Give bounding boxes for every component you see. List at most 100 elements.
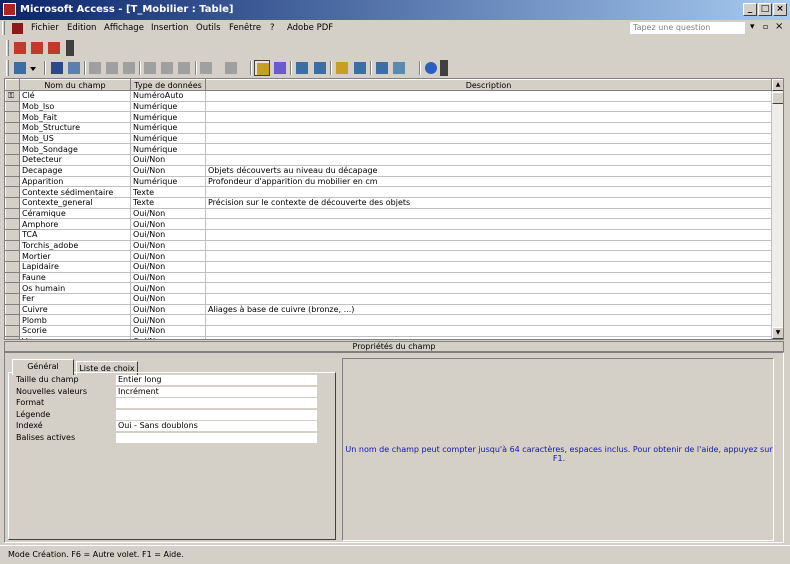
cut-icon[interactable] xyxy=(142,60,158,76)
field-row[interactable]: Fer Oui/Non xyxy=(5,293,772,305)
pdf-review-icon[interactable] xyxy=(46,40,62,56)
description-cell[interactable] xyxy=(205,218,772,230)
data-type-cell[interactable]: Numérique xyxy=(130,175,206,188)
field-name-cell[interactable]: Scorie xyxy=(19,325,131,337)
field-row[interactable]: Céramique Oui/Non xyxy=(5,207,772,220)
insert-rows-icon[interactable] xyxy=(294,60,310,76)
row-selector[interactable] xyxy=(5,218,20,230)
data-type-cell[interactable]: Numérique xyxy=(130,122,206,134)
row-selector[interactable] xyxy=(5,325,20,337)
field-row[interactable]: ⚿ Clé NuméroAuto xyxy=(5,90,772,102)
view-dropdown-icon[interactable] xyxy=(28,60,44,76)
row-selector[interactable] xyxy=(5,303,20,316)
property-value-field[interactable]: Incrément xyxy=(116,386,317,398)
delete-rows-icon[interactable] xyxy=(312,60,328,76)
menu-adobe-pdf[interactable]: Adobe PDF xyxy=(287,23,333,33)
data-type-cell[interactable]: Oui/Non xyxy=(130,271,206,284)
tab-general[interactable]: Général xyxy=(12,359,74,375)
field-name-cell[interactable]: Céramique xyxy=(19,207,131,220)
field-row[interactable]: VerreOui/Non xyxy=(5,335,772,339)
menu-fichier[interactable]: Fichier xyxy=(31,23,59,33)
pdf-convert-icon[interactable] xyxy=(12,40,28,56)
field-row[interactable]: Contexte_general Texte Précision sur le co… xyxy=(5,196,772,209)
row-selector[interactable] xyxy=(5,132,20,145)
field-name-cell[interactable]: Fer xyxy=(19,293,131,305)
field-row[interactable]: Cuivre Oui/Non Aliages à base de cuivre (b… xyxy=(5,303,772,316)
menu-grip[interactable] xyxy=(2,21,5,35)
toolbar-options-icon[interactable] xyxy=(66,40,74,56)
print-preview-icon[interactable] xyxy=(104,60,120,76)
description-cell[interactable] xyxy=(205,132,772,145)
minimize-button[interactable]: _ xyxy=(743,3,757,16)
field-name-cell[interactable]: Detecteur xyxy=(19,154,131,166)
data-type-cell[interactable]: Oui/Non xyxy=(130,164,206,177)
field-row[interactable]: Detecteur Oui/Non xyxy=(5,154,772,166)
data-type-cell[interactable]: Oui/Non xyxy=(130,314,206,327)
close-doc-icon[interactable]: × xyxy=(775,21,783,32)
row-selector[interactable] xyxy=(5,196,20,209)
field-row[interactable]: Plomb Oui/Non xyxy=(5,314,772,327)
pdf-email-icon[interactable] xyxy=(29,40,45,56)
property-value-field[interactable] xyxy=(116,432,317,444)
data-type-cell[interactable]: Numérique xyxy=(130,111,206,124)
field-row[interactable]: Mob_Fait Numérique xyxy=(5,111,772,124)
field-name-cell[interactable]: Mob_Structure xyxy=(19,122,131,134)
field-name-cell[interactable]: Os humain xyxy=(19,282,131,295)
scroll-down-icon[interactable]: ▼ xyxy=(772,327,783,339)
row-selector[interactable] xyxy=(5,175,20,188)
row-selector[interactable] xyxy=(5,122,20,134)
menu-fenetre[interactable]: Fenêtre xyxy=(229,23,261,33)
property-value-field[interactable] xyxy=(116,398,317,409)
data-type-cell[interactable]: Oui/Non xyxy=(130,293,206,305)
row-selector[interactable] xyxy=(5,100,20,113)
field-row[interactable]: TCA Oui/Non xyxy=(5,228,772,241)
row-selector[interactable] xyxy=(5,207,20,220)
field-name-cell[interactable]: Contexte_general xyxy=(19,196,131,209)
redo-icon[interactable] xyxy=(223,60,239,76)
field-name-cell[interactable]: Plomb xyxy=(19,314,131,327)
toolbar-grip[interactable] xyxy=(6,60,9,76)
description-cell[interactable] xyxy=(205,239,772,252)
menu-help[interactable]: ? xyxy=(270,23,275,33)
description-cell[interactable] xyxy=(205,293,772,305)
row-selector[interactable] xyxy=(5,314,20,327)
field-row[interactable]: Mob_US Numérique xyxy=(5,132,772,145)
description-cell[interactable] xyxy=(205,282,772,295)
close-button[interactable]: × xyxy=(773,3,787,16)
header-description[interactable]: Description xyxy=(205,79,772,91)
primary-key-icon[interactable]: ⚿ xyxy=(5,90,20,102)
data-type-cell[interactable]: Oui/Non xyxy=(130,303,206,316)
restore-doc-icon[interactable]: ▫ xyxy=(763,22,768,31)
row-selector[interactable] xyxy=(5,261,20,273)
doc-icon[interactable] xyxy=(12,23,23,34)
field-name-cell[interactable]: Mob_Sondage xyxy=(19,143,131,156)
row-selector[interactable] xyxy=(5,164,20,177)
field-name-cell[interactable]: Clé xyxy=(19,90,131,102)
data-type-cell[interactable]: Oui/Non xyxy=(130,218,206,230)
field-name-cell[interactable]: Lapidaire xyxy=(19,261,131,273)
new-object-icon[interactable] xyxy=(391,60,407,76)
help-icon[interactable] xyxy=(423,60,439,76)
field-row[interactable]: Os humain Oui/Non xyxy=(5,282,772,295)
undo-icon[interactable] xyxy=(198,60,214,76)
description-cell[interactable] xyxy=(205,90,772,102)
field-name-cell[interactable]: Verre xyxy=(19,335,131,339)
description-cell[interactable] xyxy=(205,111,772,124)
data-type-cell[interactable]: Oui/Non xyxy=(130,239,206,252)
vertical-scrollbar[interactable]: ▲ ▼ xyxy=(772,79,783,339)
description-cell[interactable] xyxy=(205,100,772,113)
description-cell[interactable] xyxy=(205,314,772,327)
field-row[interactable]: Scorie Oui/Non xyxy=(5,325,772,337)
header-type-de-donnees[interactable]: Type de données xyxy=(130,79,206,91)
paste-icon[interactable] xyxy=(176,60,192,76)
description-cell[interactable]: Profondeur d'apparition du mobilier en c… xyxy=(205,175,772,188)
property-value-field[interactable]: Oui - Sans doublons xyxy=(116,421,317,432)
build-icon[interactable] xyxy=(352,60,368,76)
description-cell[interactable]: Aliages à base de cuivre (bronze, ...) xyxy=(205,303,772,316)
data-type-cell[interactable]: Oui/Non xyxy=(130,228,206,241)
property-value-field[interactable]: Entier long xyxy=(116,375,317,386)
data-type-cell[interactable]: Oui/Non xyxy=(130,154,206,166)
properties-icon[interactable] xyxy=(334,60,350,76)
database-window-icon[interactable] xyxy=(374,60,390,76)
row-selector[interactable] xyxy=(5,271,20,284)
